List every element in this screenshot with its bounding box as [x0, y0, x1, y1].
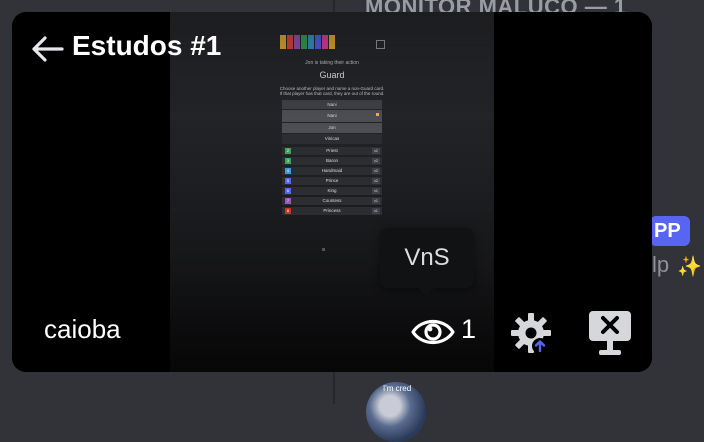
- stream-settings-button[interactable]: [506, 310, 556, 356]
- card-count: x1: [372, 198, 380, 204]
- card-number: 8: [285, 208, 291, 214]
- viewer-tooltip: VnS: [380, 228, 474, 296]
- avatar-caption: I'm cred: [383, 384, 412, 393]
- viewer-count-button[interactable]: 1: [410, 312, 482, 352]
- viewer-count: 1: [461, 314, 477, 344]
- arrow-left-icon[interactable]: [32, 36, 64, 62]
- player-option-label: Vinicas: [324, 136, 340, 141]
- card-count: x2: [372, 178, 380, 184]
- game-card-name: Guard: [319, 70, 345, 80]
- card-strip-item: [315, 35, 321, 49]
- card-option[interactable]: 5 Prince x2: [282, 177, 382, 185]
- card-option[interactable]: 8 Princess x1: [282, 207, 382, 215]
- card-option[interactable]: 4 Handmaid x2: [282, 167, 382, 175]
- card-strip-item: [301, 35, 307, 49]
- player-table-header: Nani: [282, 100, 382, 109]
- card-number: 6: [285, 188, 291, 194]
- card-strip-item: [322, 35, 328, 49]
- card-label: Priest: [326, 148, 338, 153]
- card-label: Handmaid: [321, 168, 343, 173]
- stream-title: Estudos #1: [72, 30, 222, 61]
- card-number: 3: [285, 158, 291, 164]
- card-count: x1: [372, 208, 380, 214]
- arrow-up-badge-icon: [532, 338, 548, 354]
- card-option[interactable]: 7 Countess x1: [282, 197, 382, 205]
- app-badge[interactable]: PP: [650, 216, 690, 246]
- tooltip-text: VnS: [404, 244, 450, 271]
- player-table: Nani Nani Jon Vinicas: [282, 100, 382, 144]
- card-number: 4: [285, 168, 291, 174]
- stop-stream-button[interactable]: [586, 310, 634, 358]
- card-label: Princess: [323, 208, 341, 213]
- card-option[interactable]: 6 King x1: [282, 187, 382, 195]
- card-list: 2 Priest x2 3 Baron x2 4 Handmaid x2 5 Prince x2 6 Ki…: [282, 147, 382, 217]
- streamer-name: caioba: [44, 314, 121, 344]
- card-number: 7: [285, 198, 291, 204]
- stop-stream-icon: [589, 311, 631, 355]
- card-number: 5: [285, 178, 291, 184]
- player-option[interactable]: Jon: [282, 123, 382, 133]
- card-strip-item: [329, 35, 335, 49]
- card-count: x2: [372, 168, 380, 174]
- card-option[interactable]: 3 Baron x2: [282, 157, 382, 165]
- card-strip-item: [287, 35, 293, 49]
- eye-icon: [411, 319, 455, 345]
- card-option[interactable]: 2 Priest x2: [282, 147, 382, 155]
- card-strip-item: [308, 35, 314, 49]
- card-strip-item: [280, 35, 286, 49]
- player-option[interactable]: Nani: [282, 110, 382, 122]
- player-option[interactable]: Vinicas: [282, 134, 382, 144]
- cursor-marker: [322, 248, 325, 251]
- game-instructions: Choose another player and name a non-Gua…: [279, 86, 385, 96]
- card-strip-item: [294, 35, 300, 49]
- card-label: King: [327, 188, 337, 193]
- card-count: x2: [372, 158, 380, 164]
- help-text: lp: [652, 252, 670, 277]
- card-number: 2: [285, 148, 291, 154]
- game-card-strip: [280, 35, 335, 49]
- card-count: x1: [372, 188, 380, 194]
- player-option-label: Nani: [327, 113, 337, 118]
- card-label: Prince: [325, 178, 339, 183]
- card-label: Countess: [322, 198, 342, 203]
- selected-marker-icon: [376, 113, 379, 116]
- card-count: x2: [372, 148, 380, 154]
- player-option-label: Jon: [328, 125, 336, 130]
- stream-panel[interactable]: Jon is taking their action Guard Choose …: [12, 12, 652, 372]
- copy-icon[interactable]: [376, 40, 385, 49]
- card-label: Baron: [325, 158, 338, 163]
- sparkles-icon: ✨: [677, 256, 702, 278]
